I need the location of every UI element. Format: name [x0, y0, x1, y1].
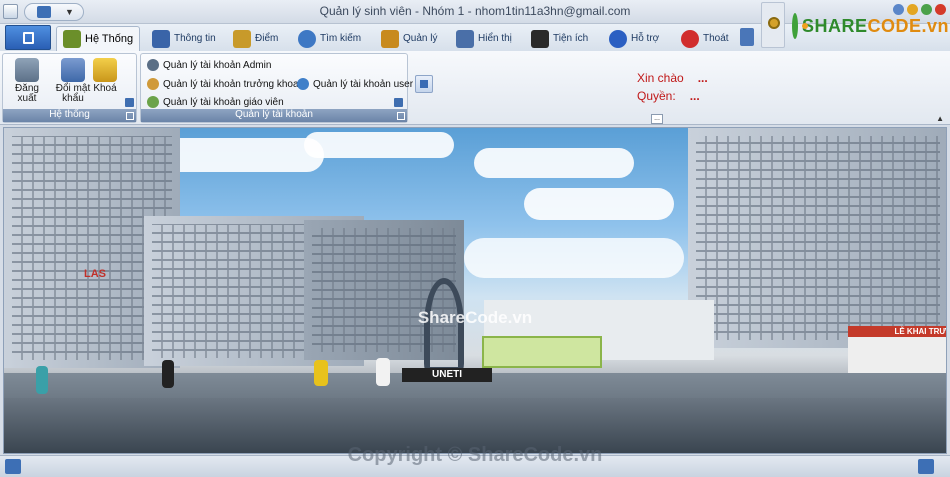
cloud [474, 148, 634, 178]
teacher-account-button[interactable]: Quản lý tài khoản giáo viên [147, 96, 284, 108]
tab-label: Thông tin [174, 33, 216, 44]
person [162, 360, 174, 388]
group-label: Hệ thống [3, 109, 136, 122]
banner-board [482, 336, 602, 368]
tab-thong-tin[interactable]: Thông tin [146, 26, 222, 51]
tab-he-thong[interactable]: Hệ Thống [56, 26, 141, 51]
tab-tim-kiem[interactable]: Tìm kiếm [292, 26, 367, 51]
lock-button[interactable]: Khoá [89, 58, 121, 94]
display-icon [456, 29, 474, 48]
more-button[interactable]: ... [651, 114, 663, 124]
gear-icon [768, 17, 780, 29]
tab-label: Quản lý [403, 33, 438, 44]
users-gear-icon [63, 30, 81, 48]
logout-user-icon [15, 58, 39, 82]
group-options-icon[interactable] [125, 98, 134, 107]
group-label: Quản lý tài khoản [141, 109, 407, 122]
watermark: ShareCode.vn [417, 308, 533, 327]
admin-account-button[interactable]: Quản lý tài khoản Admin [147, 59, 271, 71]
tab-thoat[interactable]: Thoát [675, 26, 735, 51]
greeting-label: Xin chào [637, 71, 684, 85]
tab-tien-ich[interactable]: Tiện ích [525, 26, 594, 51]
tab-extra-button[interactable] [740, 28, 754, 46]
ribbon-side-button[interactable] [415, 75, 433, 93]
admin-user-icon [147, 59, 159, 71]
group-quan-ly-tai-khoan: Quản lý tài khoản Admin Quản lý tài khoả… [140, 53, 413, 123]
person [376, 358, 390, 386]
dean-user-icon [147, 78, 159, 90]
person [314, 360, 328, 386]
collapse-ribbon-icon[interactable]: ▲ [936, 114, 944, 123]
exit-icon [681, 29, 699, 48]
dean-account-button[interactable]: Quản lý tài khoản trưởng khoa [147, 78, 299, 90]
event-banner-text: LỄ KHAI TRƯ [894, 327, 946, 336]
logo-text-2: CODE.vn [867, 15, 950, 36]
grid-icon [531, 29, 549, 48]
button-label: Quản lý tài khoản trưởng khoa [163, 78, 299, 90]
teacher-user-icon [147, 96, 159, 108]
settings-button[interactable] [761, 2, 785, 48]
application-button[interactable] [5, 25, 51, 50]
group-options-icon[interactable] [394, 98, 403, 107]
search-icon [298, 29, 316, 48]
tab-diem[interactable]: Điểm [227, 26, 284, 51]
users-icon [297, 78, 309, 90]
dialog-launcher-icon[interactable] [397, 112, 405, 120]
group-he-thong: Đăng xuất Đổi mật khẩu Khoá Hệ thống [2, 53, 137, 123]
status-right-icon[interactable] [918, 459, 934, 474]
button-label: Khoá [93, 83, 117, 94]
logo-mark-icon [792, 13, 808, 39]
clipboard-icon [381, 29, 399, 48]
cloud [304, 132, 454, 158]
status-bar: Copyright © ShareCode.vn [0, 444, 950, 477]
background-photo: LAS LỄ KHAI TRƯ UNETI ShareCode.vn [3, 127, 947, 454]
button-label: Quản lý tài khoản giáo viên [163, 96, 284, 108]
user-account-button[interactable]: Quản lý tài khoản user [297, 78, 413, 90]
button-label: Quản lý tài khoản user [313, 78, 414, 90]
tab-hien-thi[interactable]: Hiển thị [450, 26, 518, 51]
sharecode-logo: SHARECODE.vn [792, 8, 949, 44]
logout-button[interactable]: Đăng xuất [5, 58, 49, 104]
tab-label: Hệ Thống [85, 33, 134, 45]
ribbon-panel: Đăng xuất Đổi mật khẩu Khoá Hệ thống Quả… [0, 51, 950, 125]
copyright-text: Copyright © ShareCode.vn [347, 444, 603, 466]
greeting-value: ... [697, 71, 708, 85]
tab-label: Thoát [703, 33, 729, 44]
sculpture-base: UNETI [402, 368, 492, 382]
cloud [524, 188, 674, 220]
building-sign: LAS [84, 268, 106, 280]
role-label: Quyền: [637, 89, 676, 103]
grade-sheet-icon [233, 29, 251, 48]
dialog-launcher-icon[interactable] [126, 112, 134, 120]
button-label: Quản lý tài khoản Admin [163, 59, 272, 71]
tab-label: Hỗ trợ [631, 33, 660, 44]
person-info-icon [152, 29, 170, 48]
role-value: ... [689, 89, 700, 103]
button-label: Đăng xuất [15, 83, 39, 104]
tab-quan-ly[interactable]: Quản lý [375, 26, 443, 51]
logo-text-1: SHARE [802, 15, 868, 36]
tab-label: Hiển thị [478, 33, 512, 44]
lock-icon [93, 58, 117, 82]
document-icon [23, 32, 34, 44]
tab-ho-tro[interactable]: Hỗ trợ [603, 26, 665, 51]
cloud [464, 238, 684, 278]
person [36, 366, 48, 394]
tab-label: Tiện ích [553, 33, 589, 44]
user-info: Xin chào ... Quyền: ... [637, 69, 708, 105]
help-icon [609, 29, 627, 48]
tab-label: Điểm [255, 33, 279, 44]
change-password-icon [61, 58, 85, 82]
tab-label: Tìm kiếm [320, 33, 362, 44]
